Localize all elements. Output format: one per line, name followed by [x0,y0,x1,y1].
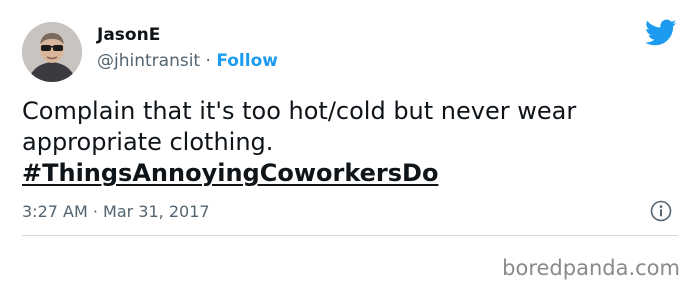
divider [22,235,678,236]
twitter-bird-icon[interactable] [645,19,677,47]
watermark: boredpanda.com [502,256,680,280]
author-display-name[interactable]: JasonE [97,24,160,46]
avatar-photo [22,22,82,82]
avatar[interactable] [22,22,82,82]
tweet-body: Complain that it's too hot/cold but neve… [22,96,672,189]
tweet-timestamp[interactable]: 3:27 AM · Mar 31, 2017 [22,201,210,223]
hashtag-link[interactable]: #ThingsAnnoyingCoworkersDo [22,159,438,187]
author-handle-row: @jhintransit · Follow [97,50,278,72]
tweet-text: Complain that it's too hot/cold but neve… [22,97,577,156]
author-handle[interactable]: @jhintransit [97,51,200,71]
info-icon[interactable] [650,200,672,222]
handle-separator: · [200,51,217,71]
follow-link[interactable]: Follow [216,51,278,71]
